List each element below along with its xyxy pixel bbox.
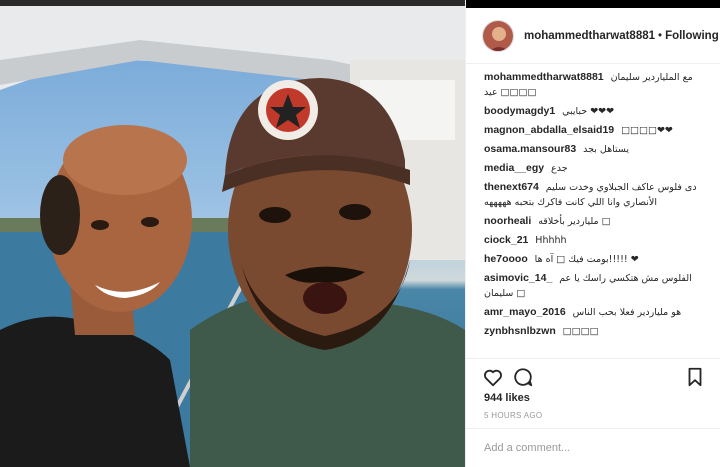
list-item: ciock_21 Hhhhh [484, 233, 703, 248]
comment-text: هو ملياردير فعلا بحب الناس [572, 307, 682, 318]
comment-username[interactable]: noorheali [484, 215, 531, 227]
heart-icon[interactable] [482, 366, 504, 388]
bookmark-icon[interactable] [684, 366, 706, 388]
comment-text: ملياردير بأخلاقه □ [538, 216, 611, 227]
photo-top-strip [0, 0, 465, 6]
avatar-image [483, 20, 513, 51]
post-timestamp[interactable]: 5 HOURS AGO [484, 411, 542, 420]
comment-text: يستاهل بجد [583, 144, 630, 155]
header-separator: • [658, 29, 663, 42]
comment-username[interactable]: amr_mayo_2016 [484, 306, 566, 318]
panel-top-strip [466, 0, 720, 8]
comment-username[interactable]: thenext674 [484, 181, 539, 193]
comment-text: □□□□❤❤ [621, 125, 673, 136]
following-button[interactable]: Following [665, 30, 719, 42]
comment-username[interactable]: he7oooo [484, 253, 528, 265]
comment-text: جدع [551, 163, 568, 174]
post-photo[interactable] [0, 0, 465, 467]
comment-username[interactable]: boodymagdy1 [484, 105, 555, 117]
comment-username[interactable]: osama.mansour83 [484, 143, 576, 155]
comment-username[interactable]: ciock_21 [484, 234, 528, 246]
post-header: mohammedtharwat8881 • Following [466, 8, 720, 64]
list-item: magnon_abdalla_elsaid19 □□□□❤❤ [484, 123, 703, 138]
list-item: osama.mansour83 يستاهل بجد [484, 142, 703, 157]
caption: mohammedtharwat8881 مع الملياردير سليمان… [484, 70, 703, 100]
comment-text: □□□□ [562, 326, 599, 337]
comment-username[interactable]: mohammedtharwat8881 [484, 71, 604, 83]
list-item: boodymagdy1 حبايبي ❤❤❤ [484, 104, 703, 119]
comment-text: حبايبي ❤❤❤ [562, 106, 615, 117]
list-item: asimovic_14_ الفلوس مش هتكسي راسك يا عم … [484, 271, 703, 301]
avatar[interactable] [482, 19, 514, 52]
list-item: thenext674 دى فلوس عاكف الجبلاوي وخدت سل… [484, 180, 703, 210]
post-photo-image [0, 6, 465, 467]
comment-text: بومت فيك □ آه ها!!!!! ❤ [534, 254, 639, 265]
comment-username[interactable]: zynbhsnlbzwn [484, 325, 556, 337]
likes-count[interactable]: 944 likes [484, 392, 530, 404]
list-item: media__egy جدع [484, 161, 703, 176]
comment-text: Hhhhh [535, 235, 567, 246]
post-author-username[interactable]: mohammedtharwat8881 [524, 30, 655, 42]
post-details-panel: mohammedtharwat8881 • Following mohammed… [465, 0, 720, 467]
list-item: zynbhsnlbzwn □□□□ [484, 324, 703, 339]
list-item: amr_mayo_2016 هو ملياردير فعلا بحب الناس [484, 305, 703, 320]
comment-username[interactable]: media__egy [484, 162, 544, 174]
list-item: noorheali ملياردير بأخلاقه □ [484, 214, 703, 229]
comment-username[interactable]: magnon_abdalla_elsaid19 [484, 124, 614, 136]
post-modal: mohammedtharwat8881 • Following mohammed… [0, 0, 720, 467]
list-item: he7oooo بومت فيك □ آه ها!!!!! ❤ [484, 252, 703, 267]
comment-username[interactable]: asimovic_14_ [484, 272, 552, 284]
comment-bubble-icon[interactable] [512, 366, 534, 388]
add-comment-input[interactable]: Add a comment... [466, 428, 720, 467]
post-actions: 944 likes 5 HOURS AGO [466, 358, 720, 428]
comments-list[interactable]: mohammedtharwat8881 مع الملياردير سليمان… [466, 70, 720, 358]
